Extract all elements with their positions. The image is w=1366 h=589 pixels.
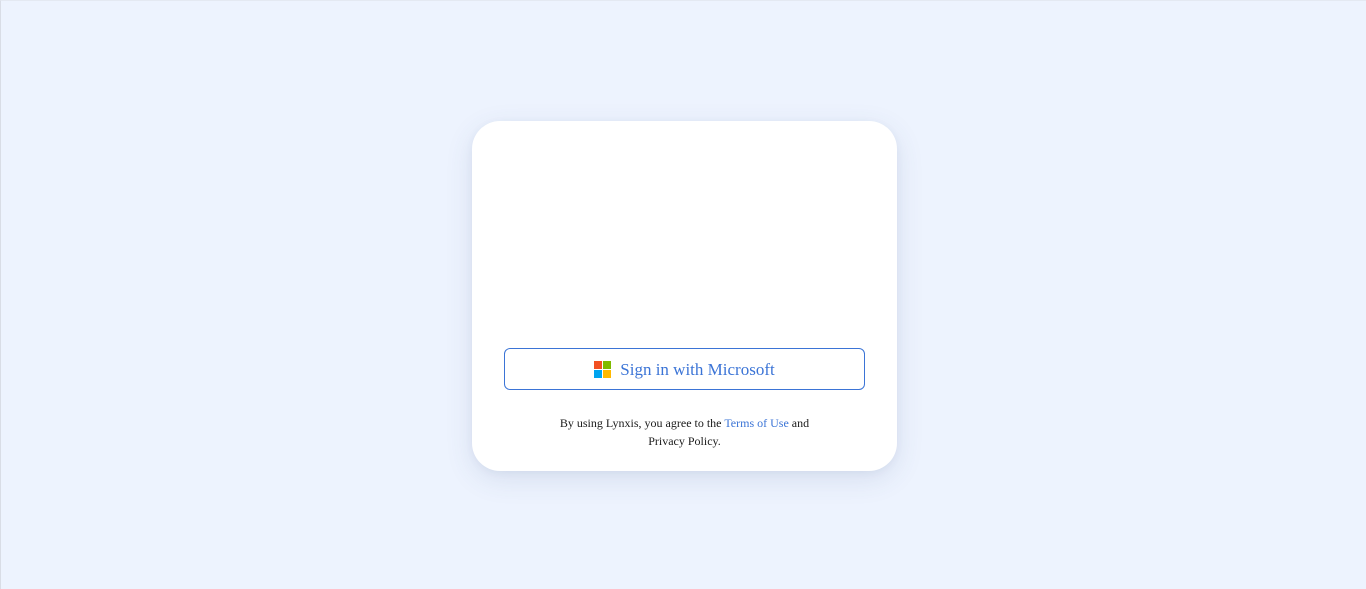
microsoft-logo-icon	[594, 360, 612, 378]
logo-area	[504, 141, 865, 341]
sign-in-with-microsoft-button[interactable]: Sign in with Microsoft	[504, 348, 865, 390]
privacy-policy-text: Privacy Policy.	[648, 434, 721, 448]
terms-of-use-link[interactable]: Terms of Use	[724, 416, 788, 430]
terms-and-text: and	[791, 416, 810, 430]
terms-prefix-text: By using Lynxis, you agree to the	[559, 416, 722, 430]
terms-notice: By using Lynxis, you agree to the Terms …	[504, 414, 865, 450]
login-card: Sign in with Microsoft By using Lynxis, …	[472, 121, 897, 471]
login-page: Sign in with Microsoft By using Lynxis, …	[0, 0, 1366, 589]
sign-in-button-label: Sign in with Microsoft	[620, 359, 775, 379]
